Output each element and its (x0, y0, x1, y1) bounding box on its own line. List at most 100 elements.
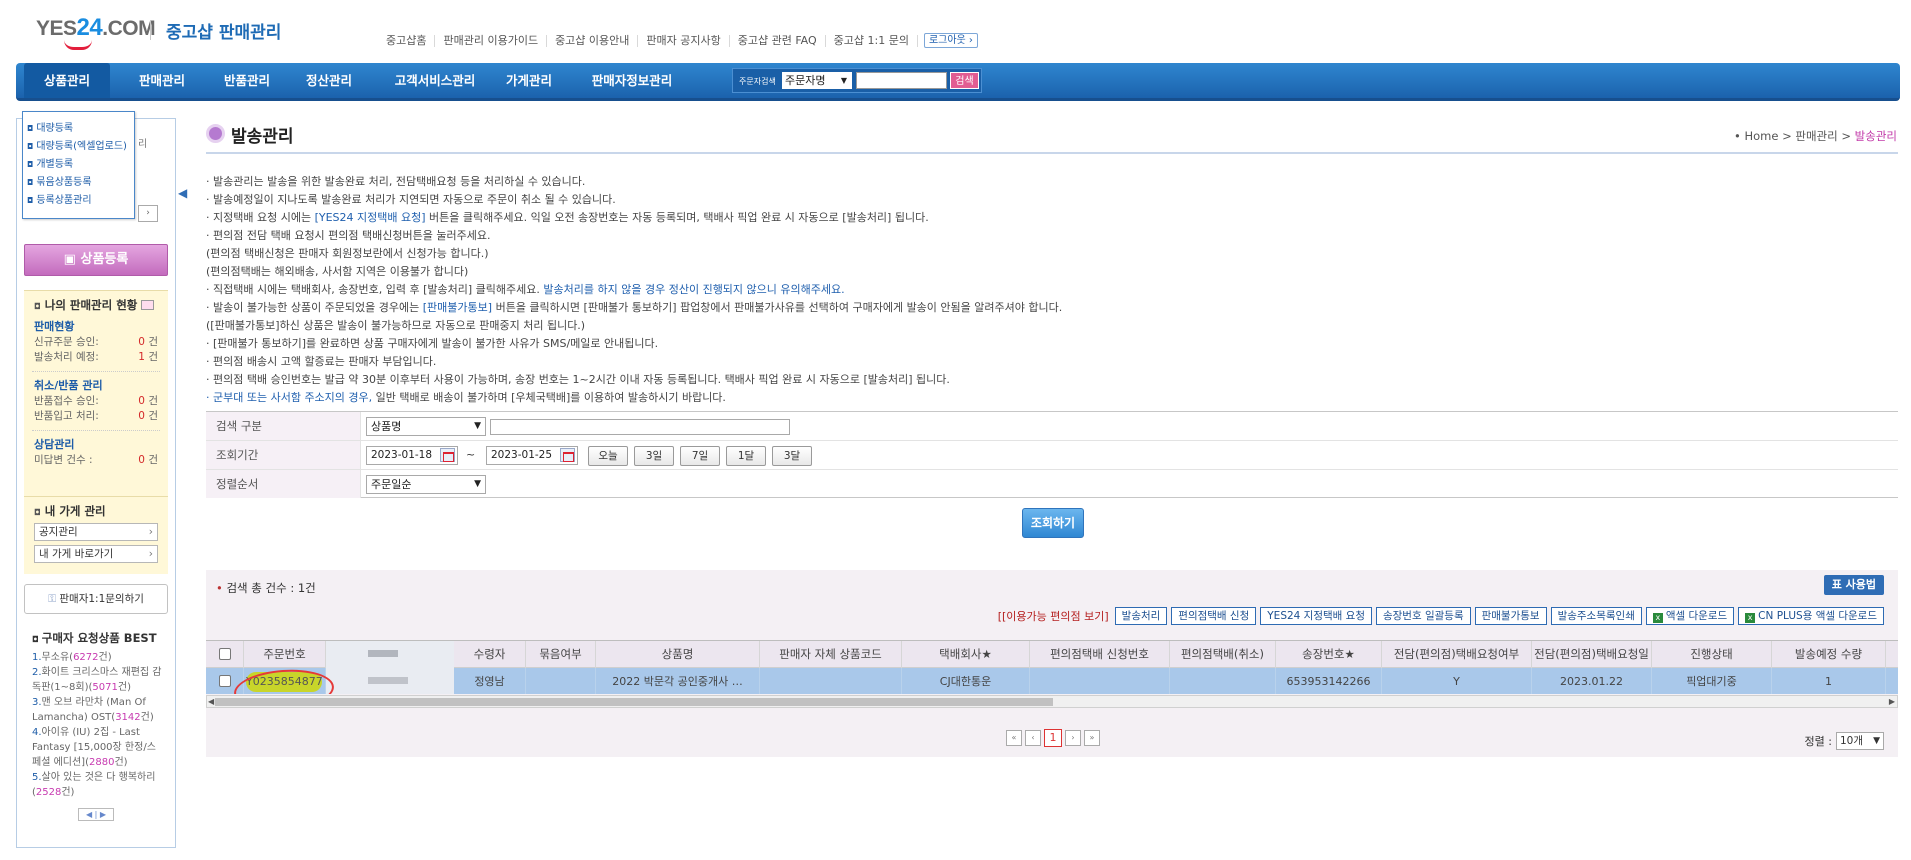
courier-cell[interactable]: CJ대한통운 (902, 668, 1030, 694)
period-today-button[interactable]: 오늘 (588, 446, 628, 466)
new-order-row[interactable]: 신규주문 승인: 0 건 (24, 335, 168, 350)
col-cvs-request-no[interactable]: 편의점택배 신청번호 (1030, 641, 1170, 668)
row-checkbox[interactable] (218, 675, 231, 687)
scroll-left-icon[interactable]: ◀ (208, 696, 214, 708)
period-3days-button[interactable]: 3일 (634, 446, 674, 466)
order-select[interactable]: 주문일순 ▼ (366, 475, 486, 494)
best-item[interactable]: 1.무소유(6272건) (24, 650, 168, 665)
link-inquiry[interactable]: 중고샵 1:1 문의 (826, 34, 918, 47)
nav-seller-info[interactable]: 판매자정보관리 (576, 63, 688, 98)
prev-icon[interactable]: ◀ (86, 810, 92, 819)
notice-manage-button[interactable]: 공지관리 › (34, 523, 158, 541)
seller-qa-button[interactable]: ⚿ 판매자1:1문의하기 (24, 584, 168, 614)
select-all-checkbox[interactable] (218, 648, 231, 660)
order-search-select[interactable]: 주문자명 ▼ (782, 72, 852, 89)
link-shop-info[interactable]: 중고샵 이용안내 (547, 34, 639, 47)
col-seller-code[interactable]: 판매자 자체 상품코드 (760, 641, 902, 668)
search-type-select[interactable]: 상품명 ▼ (366, 417, 486, 436)
best-pager[interactable]: ◀ | ▶ (78, 808, 114, 821)
print-address-list-button[interactable]: 발송주소목록인쇄 (1550, 607, 1642, 625)
cvs-delivery-request-button[interactable]: 편의점택배 신청 (1171, 607, 1257, 625)
counsel-link[interactable]: 상담관리 (24, 437, 168, 453)
logout-button[interactable]: 로그아웃 › (923, 33, 978, 48)
cancel-return-link[interactable]: 취소/반품 관리 (24, 378, 168, 394)
unsellable-notice-button[interactable]: 판매불가통보 (1474, 607, 1547, 625)
period-1month-button[interactable]: 1달 (726, 446, 766, 466)
page-size-select[interactable]: 10개 ▼ (1836, 732, 1884, 750)
chevron-right-icon[interactable]: › (138, 205, 158, 222)
col-product-name[interactable]: 상품명 (596, 641, 760, 668)
calendar-icon[interactable] (440, 448, 455, 462)
period-7days-button[interactable]: 7일 (680, 446, 720, 466)
next-icon[interactable]: ▶ (100, 810, 106, 819)
yes24-delivery-request-button[interactable]: YES24 지정택배 요청 (1260, 607, 1372, 625)
link-faq[interactable]: 중고샵 관련 FAQ (730, 34, 826, 47)
prev-page-icon[interactable]: ‹ (1025, 730, 1041, 746)
link-used-shop-home[interactable]: 중고샵홈 (378, 34, 436, 47)
convenience-store-link[interactable]: [[이용가능 편의점 보기] (998, 608, 1109, 624)
col-cvs-cancel[interactable]: 편의점택배(취소) (1170, 641, 1276, 668)
excel-download-button[interactable]: x 액셀 다운로드 (1645, 607, 1735, 625)
site-title[interactable]: 중고샵 판매관리 (166, 18, 281, 43)
date-from-input[interactable]: 2023-01-18 (366, 446, 458, 465)
order-search-input[interactable] (856, 72, 947, 89)
best-item[interactable]: 3.맨 오브 라만차 (Man Of Lamancha) OST(3142건) (24, 695, 168, 725)
yes24-logo[interactable]: YES24.COM (36, 14, 156, 42)
col-order-no[interactable]: 주문번호 (244, 641, 326, 668)
breadcrumb-home[interactable]: • Home (1734, 129, 1778, 143)
nav-return-management[interactable]: 반품관리 (204, 63, 290, 98)
col-courier[interactable]: 택배회사★ (902, 641, 1030, 668)
ship-due-row[interactable]: 발송처리 예정: 1 건 (24, 350, 168, 365)
unanswered-row[interactable]: 미답변 건수 : 0 건 (24, 453, 168, 468)
col-recipient[interactable]: 수령자 (454, 641, 526, 668)
order-search-button[interactable]: 검색 (950, 72, 979, 89)
col-invoice-no[interactable]: 송장번호★ (1276, 641, 1382, 668)
invoice-bulk-register-button[interactable]: 송장번호 일괄등록 (1375, 607, 1471, 625)
menu-bulk-register[interactable]: 대량등록 (27, 120, 134, 138)
date-to-input[interactable]: 2023-01-25 (486, 446, 578, 465)
menu-bundle-register[interactable]: 묶음상품등록 (27, 174, 134, 192)
ship-process-button[interactable]: 발송처리 (1114, 607, 1168, 625)
product-register-button[interactable]: ▣ 상품등록 (24, 244, 168, 276)
invoice-no-cell[interactable]: 653953142266 (1276, 668, 1382, 694)
last-page-icon[interactable]: » (1084, 730, 1100, 746)
nav-shop-management[interactable]: 가게관리 (486, 63, 572, 98)
go-to-shop-button[interactable]: 내 가게 바로가기 › (34, 545, 158, 563)
return-accept-row[interactable]: 반품접수 승인: 0 건 (24, 394, 168, 409)
nav-settlement-management[interactable]: 정산관리 (286, 63, 372, 98)
search-keyword-input[interactable] (490, 419, 790, 435)
link-seller-notice[interactable]: 판매자 공지사항 (638, 34, 730, 47)
menu-single-register[interactable]: 개별등록 (27, 156, 134, 174)
period-3months-button[interactable]: 3달 (772, 446, 812, 466)
nav-customer-service[interactable]: 고객서비스관리 (370, 63, 500, 98)
return-in-row[interactable]: 반품입고 처리: 0 건 (24, 409, 168, 424)
best-item[interactable]: 5.살아 있는 것은 다 행복하리(2528건) (24, 770, 168, 800)
cnplus-excel-download-button[interactable]: x CN PLUS용 액셀 다운로드 (1738, 607, 1884, 625)
col-cvs-request-flag[interactable]: 전담(편의점)택배요청여부 (1382, 641, 1532, 668)
best-item[interactable]: 4.아이유 (IU) 2집 - Last Fantasy [15,000장 한정… (24, 725, 168, 770)
calendar-icon[interactable] (560, 448, 575, 462)
best-item[interactable]: 2.화이트 크리스마스 재편집 감독판(1~8회)(5071건) (24, 665, 168, 695)
nav-product-management[interactable]: 상품관리 (24, 63, 110, 98)
table-row[interactable]: 정영남 2022 박문각 공인중개사 … CJ대한통운 653953142266… (206, 668, 1898, 694)
scroll-right-icon[interactable]: ▶ (1889, 696, 1895, 708)
table-usage-button[interactable]: 표 사용법 (1823, 575, 1884, 595)
first-page-icon[interactable]: « (1006, 730, 1022, 746)
col-status[interactable]: 진행상태 (1652, 641, 1772, 668)
page-current[interactable]: 1 (1044, 729, 1062, 747)
next-page-icon[interactable]: › (1065, 730, 1081, 746)
col-ship-qty[interactable]: 발송예정 수량 (1772, 641, 1886, 668)
menu-registered-products[interactable]: 등록상품관리 (27, 192, 134, 210)
nav-sales-management[interactable]: 판매관리 (120, 63, 204, 98)
product-name-cell[interactable]: 2022 박문각 공인중개사 … (596, 668, 760, 694)
collapse-sidebar-icon[interactable]: ◀ (178, 186, 187, 200)
sales-status-link[interactable]: 판매현황 (24, 319, 168, 335)
menu-bulk-excel-upload[interactable]: 대량등록(엑셀업로드) (27, 138, 134, 156)
scrollbar-thumb[interactable] (215, 698, 1053, 706)
col-cvs-request-date[interactable]: 전담(편의점)택배요청일 (1532, 641, 1652, 668)
link-sales-guide[interactable]: 판매관리 이용가이드 (435, 34, 548, 47)
horizontal-scrollbar[interactable]: ◀ ▶ (206, 695, 1898, 708)
col-bundle[interactable]: 묶음여부 (526, 641, 596, 668)
search-button[interactable]: 조회하기 (1022, 508, 1084, 538)
breadcrumb-sales[interactable]: 판매관리 (1795, 129, 1837, 143)
